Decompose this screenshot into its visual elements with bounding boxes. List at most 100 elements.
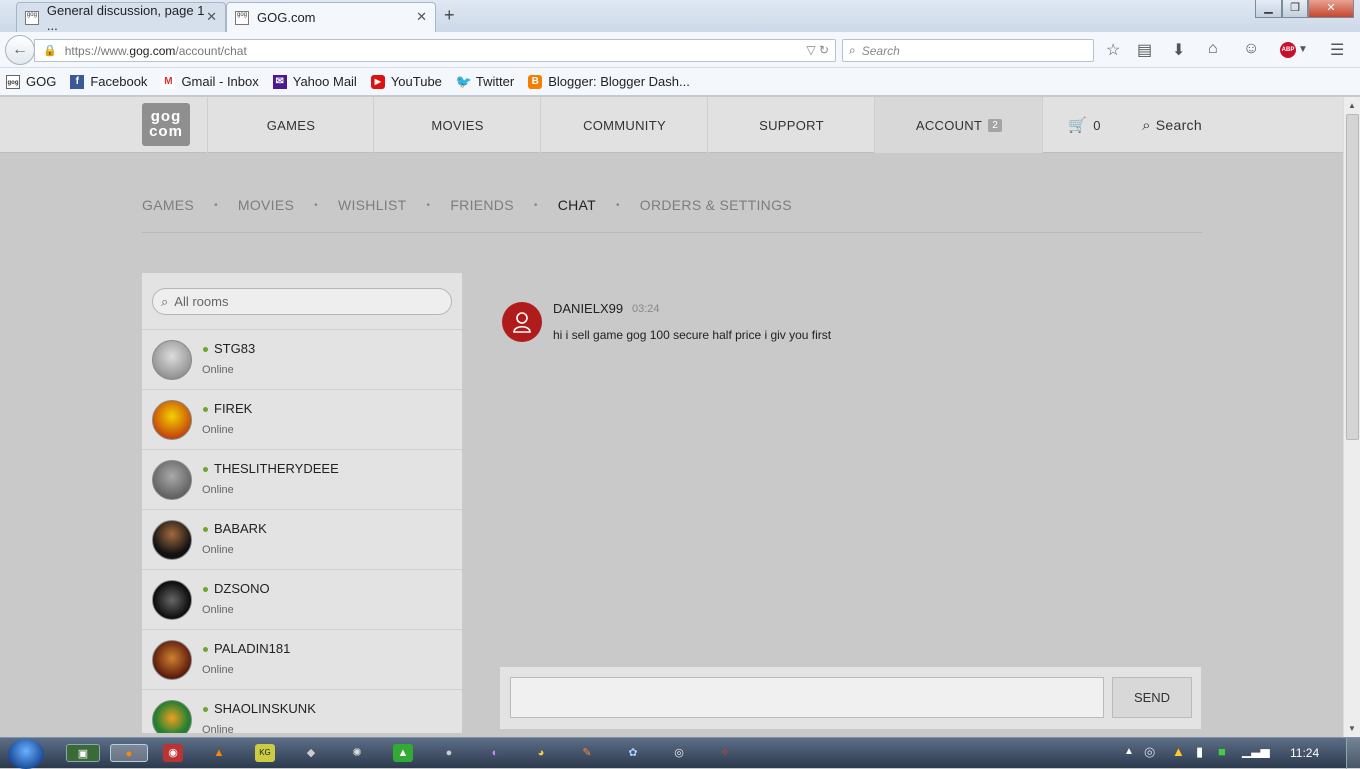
facebook-icon: f	[70, 74, 85, 89]
subnav-friends[interactable]: FRIENDS	[450, 197, 514, 213]
tab-general-discussion[interactable]: gog General discussion, page 1 ... ✕	[16, 2, 226, 33]
chevron-down-icon[interactable]: ▼	[1298, 44, 1308, 55]
room-item-firek[interactable]: FIREK Online	[142, 390, 462, 450]
bookmark-yahoo[interactable]: ✉ Yahoo Mail	[272, 74, 357, 89]
room-name: THESLITHERYDEEE	[214, 461, 339, 476]
subnav-wishlist[interactable]: WISHLIST	[338, 197, 407, 213]
nav-community[interactable]: COMMUNITY	[540, 97, 708, 153]
room-name: SHAOLINSKUNK	[214, 701, 316, 716]
gog-favicon-icon: gog	[25, 10, 39, 25]
downloads-icon[interactable]: ⬇	[1172, 40, 1185, 60]
bookmark-youtube[interactable]: ▶ YouTube	[370, 74, 442, 89]
room-item-stg83[interactable]: STG83 Online	[142, 330, 462, 390]
room-name: FIREK	[214, 401, 253, 416]
scroll-up-icon[interactable]: ▲	[1348, 101, 1356, 110]
room-name: DZSONO	[214, 581, 270, 596]
vlc-icon[interactable]: ▲	[209, 744, 229, 762]
nav-games[interactable]: GAMES	[207, 97, 374, 153]
gog-logo[interactable]: gog com	[142, 103, 190, 146]
room-item-babark[interactable]: BABARK Online	[142, 510, 462, 570]
firefox-icon[interactable]: ●	[110, 744, 148, 762]
maximize-button[interactable]: ❐	[1282, 0, 1308, 18]
app-icon[interactable]: KG	[255, 744, 275, 762]
room-item-theslitherydeee[interactable]: THESLITHERYDEEE Online	[142, 450, 462, 510]
app-tray-icon[interactable]: ■	[1218, 744, 1226, 759]
nav-cart[interactable]: 🛒 0	[1042, 97, 1126, 153]
subnav-movies[interactable]: MOVIES	[238, 197, 294, 213]
separator: •	[615, 199, 620, 211]
cart-icon: 🛒	[1068, 117, 1088, 134]
scroll-down-icon[interactable]: ▼	[1348, 724, 1356, 733]
room-item-dzsono[interactable]: DZSONO Online	[142, 570, 462, 630]
tab-gog[interactable]: gog GOG.com ✕	[226, 2, 436, 32]
steam-tray-icon[interactable]: ◎	[1144, 744, 1155, 760]
bookmark-facebook[interactable]: f Facebook	[70, 74, 147, 89]
tray-expand-icon[interactable]: ▲	[1124, 746, 1134, 757]
send-button[interactable]: SEND	[1112, 677, 1192, 718]
bookmark-label: Facebook	[90, 74, 148, 89]
menu-icon[interactable]: ☰	[1330, 40, 1344, 60]
app-icon[interactable]: ◆	[301, 744, 321, 762]
rooms-search-input[interactable]: ⌕ All rooms	[152, 288, 452, 315]
app-icon[interactable]: ▲	[393, 744, 413, 762]
bookmark-blogger[interactable]: B Blogger: Blogger Dash...	[528, 74, 690, 89]
subnav-chat[interactable]: CHAT	[558, 197, 596, 213]
new-tab-icon[interactable]: +	[444, 5, 455, 26]
browser-search-input[interactable]: ⌕ Search	[842, 39, 1094, 62]
app-icon[interactable]: ✺	[347, 744, 367, 762]
nav-support[interactable]: SUPPORT	[707, 97, 875, 153]
windows-taskbar: ▣ ● ◉ ▲ KG ◆ ✺ ▲ ● ◐ ◕ ✎ ✿ ◎ ✧ ▲ ◎ ▲ ▮ ■…	[0, 737, 1360, 769]
close-tab-icon[interactable]: ✕	[416, 9, 427, 25]
nav-label: GAMES	[266, 117, 316, 133]
url-prefix: https://www.	[64, 43, 130, 58]
chat-bubble-icon[interactable]: ☺	[1243, 40, 1259, 58]
bookmark-twitter[interactable]: 🐦 Twitter	[456, 74, 514, 89]
home-icon[interactable]: ⌂	[1208, 40, 1218, 58]
subnav-orders-settings[interactable]: ORDERS & SETTINGS	[640, 197, 792, 213]
signal-icon[interactable]: ▁▃▅	[1242, 744, 1270, 758]
app-icon[interactable]: ✎	[577, 744, 597, 762]
app-icon[interactable]: ◉	[163, 744, 183, 762]
room-status: Online	[202, 604, 234, 616]
bookmark-star-icon[interactable]: ☆	[1106, 40, 1120, 60]
adblock-icon[interactable]: ABP	[1280, 42, 1296, 58]
explorer-icon[interactable]: ▣	[66, 744, 100, 762]
nav-search[interactable]: ⌕ Search	[1126, 97, 1218, 153]
nav-account[interactable]: ACCOUNT 2	[874, 97, 1043, 153]
message-username[interactable]: DANIELX99	[553, 301, 623, 316]
app-icon[interactable]: ✧	[715, 744, 735, 762]
yahoo-mail-icon: ✉	[272, 74, 287, 89]
start-button[interactable]	[8, 739, 44, 769]
subnav-games[interactable]: GAMES	[142, 197, 194, 213]
clock[interactable]: 11:24	[1290, 746, 1319, 760]
close-tab-icon[interactable]: ✕	[206, 9, 217, 25]
bookmark-gmail[interactable]: M Gmail - Inbox	[161, 74, 259, 89]
show-desktop-button[interactable]	[1346, 738, 1360, 769]
close-window-button[interactable]: ✕	[1308, 0, 1354, 18]
nav-movies[interactable]: MOVIES	[373, 97, 541, 153]
app-icon[interactable]: ◐	[485, 744, 505, 762]
minimize-button[interactable]: ▁	[1255, 0, 1282, 18]
app-icon[interactable]: ●	[439, 744, 459, 762]
page-scrollbar[interactable]: ▲ ▼	[1343, 97, 1360, 737]
app-icon[interactable]: ◕	[531, 744, 551, 762]
steam-icon[interactable]: ◎	[669, 744, 689, 762]
reading-list-icon[interactable]: ▤	[1137, 40, 1152, 60]
nav-label: ACCOUNT	[915, 117, 983, 133]
warning-tray-icon[interactable]: ▲	[1172, 744, 1185, 759]
app-icon[interactable]: ✿	[623, 744, 643, 762]
online-status-dot	[203, 527, 208, 532]
scrollbar-thumb[interactable]	[1346, 114, 1359, 440]
bookmark-gog[interactable]: gog GOG	[6, 74, 56, 89]
chat-input[interactable]	[510, 677, 1104, 718]
room-item-paladin181[interactable]: PALADIN181 Online	[142, 630, 462, 690]
room-status: Online	[202, 484, 234, 496]
room-item-shaolinskunk[interactable]: SHAOLINSKUNK Online	[142, 690, 462, 733]
separator: •	[314, 199, 318, 211]
battery-icon[interactable]: ▮	[1196, 744, 1203, 760]
send-label: SEND	[1133, 690, 1171, 705]
account-subnav: GAMES • MOVIES • WISHLIST • FRIENDS • CH…	[142, 197, 792, 213]
url-bar[interactable]: 🔒 https://www. gog.com/account/chat ▽ ↻	[34, 39, 836, 62]
back-button[interactable]: ←	[5, 35, 35, 65]
reload-icon[interactable]: ▽ ↻	[806, 43, 829, 57]
